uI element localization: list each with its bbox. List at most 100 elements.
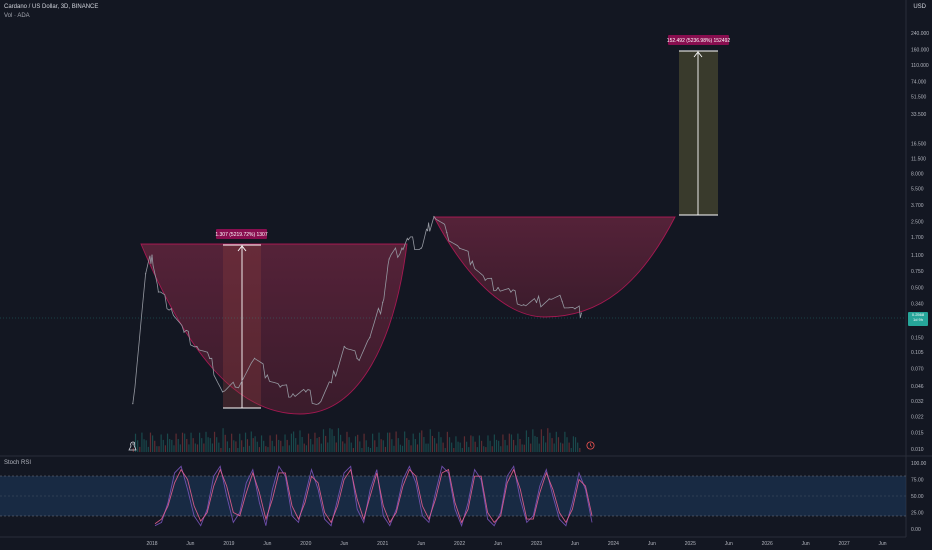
volume-bar xyxy=(566,437,568,452)
time-tick-label: 2021 xyxy=(377,541,388,547)
volume-bar xyxy=(461,448,463,452)
volume-bar xyxy=(542,435,545,452)
volume-bar xyxy=(177,439,179,452)
volume-bar xyxy=(275,434,278,452)
volume-bar xyxy=(158,446,160,452)
volume-bar xyxy=(209,438,211,452)
volume-bar xyxy=(523,444,525,452)
price-tick-label: 0.750 xyxy=(911,269,924,275)
alert-clock-icon[interactable] xyxy=(586,441,595,450)
cup-pattern-2[interactable] xyxy=(433,216,676,318)
volume-bar xyxy=(579,448,581,452)
price-point xyxy=(420,247,422,249)
price-tick-label: 0.046 xyxy=(911,384,924,390)
volume-bar xyxy=(419,432,421,452)
volume-bar xyxy=(421,430,423,452)
volume-bar xyxy=(515,445,517,452)
price-point xyxy=(183,331,185,333)
volume-bar xyxy=(459,442,461,452)
volume-bar xyxy=(363,433,365,452)
price-point xyxy=(401,247,403,249)
price-point xyxy=(234,386,236,388)
price-point xyxy=(279,386,281,388)
volume-bar xyxy=(549,432,551,452)
volume-bar xyxy=(320,443,322,452)
measure-box-2[interactable] xyxy=(679,51,718,215)
volume-bar xyxy=(485,447,487,452)
price-axis[interactable]: 240.000 160.000 110.000 74.000 51.500 33.500 1… xyxy=(911,31,929,453)
price-tick-label: 5.500 xyxy=(911,187,924,193)
volume-bar xyxy=(354,436,357,452)
volume-bar xyxy=(220,448,222,452)
volume-bar xyxy=(339,434,342,452)
volume-bar xyxy=(278,439,280,452)
volume-bar xyxy=(395,431,397,452)
volume-bar xyxy=(453,448,455,452)
tradingview-logo-icon[interactable] xyxy=(127,440,139,452)
price-chart[interactable]: 240.000 160.000 110.000 74.000 51.500 33.500 1… xyxy=(0,0,932,550)
price-point xyxy=(343,345,345,348)
volume-bar xyxy=(551,438,553,452)
rsi-pane-label[interactable]: Stoch RSI xyxy=(4,460,31,466)
measure-label-1[interactable]: 1.307 (5219.72%) 1307 xyxy=(215,232,267,238)
volume-bar xyxy=(299,430,301,452)
volume-bar xyxy=(406,438,408,452)
price-point xyxy=(459,247,461,249)
volume-bar xyxy=(448,437,451,452)
price-point xyxy=(548,298,550,300)
measure-label-2[interactable]: 152.492 (5236.98%) 152492 xyxy=(667,38,731,44)
volume-bar xyxy=(545,442,547,452)
volume-bar xyxy=(577,442,579,452)
price-point xyxy=(318,403,320,405)
price-point xyxy=(266,374,268,376)
volume-bar xyxy=(160,434,162,452)
current-price-countdown: 1d 9h xyxy=(912,317,923,322)
price-point xyxy=(426,229,429,232)
price-tick-label: 0.150 xyxy=(911,335,924,341)
volume-bar xyxy=(175,433,177,452)
volume-bar xyxy=(489,440,491,452)
volume-bar xyxy=(470,435,472,452)
volume-bar xyxy=(506,445,508,452)
volume-bar xyxy=(149,432,152,452)
volume-bar xyxy=(186,439,188,452)
price-tick-label: 160.000 xyxy=(911,48,929,54)
price-tick-label: 0.105 xyxy=(911,350,924,356)
volume-bar xyxy=(412,433,414,452)
time-tick-label: 2023 xyxy=(531,541,542,547)
volume-bar xyxy=(333,435,335,452)
volume-bar xyxy=(263,440,265,452)
time-tick-label: 2019 xyxy=(223,541,234,547)
volume-bar xyxy=(474,441,476,452)
volume-bar xyxy=(181,432,184,452)
volume-bar xyxy=(493,434,495,452)
price-point xyxy=(144,273,147,275)
volume-bar xyxy=(242,446,245,452)
price-point xyxy=(253,357,256,359)
volume-bar xyxy=(254,436,256,452)
volume-bar xyxy=(226,441,228,452)
volume-bar xyxy=(495,439,498,452)
time-tick-label: Jun xyxy=(802,541,810,547)
volume-bar xyxy=(196,444,199,452)
price-tick-label: 0.032 xyxy=(911,399,924,405)
volume-bar xyxy=(570,448,572,452)
volume-bar xyxy=(386,432,389,452)
volume-bar xyxy=(190,432,192,452)
volume-bar xyxy=(391,439,393,452)
volume-bar xyxy=(438,431,440,452)
volume-bar xyxy=(327,442,329,452)
volume-bar xyxy=(248,445,250,452)
rsi-tick-label: 75.00 xyxy=(911,478,924,484)
time-axis[interactable]: 2018 Jun 2019 Jun 2020 Jun 2021 Jun 2022 Jun 2023 J… xyxy=(146,541,886,547)
volume-bar xyxy=(559,442,562,452)
price-point xyxy=(151,254,153,256)
volume-bar xyxy=(455,436,457,452)
cup-pattern-1[interactable] xyxy=(140,243,408,415)
volume-bar xyxy=(329,428,331,452)
price-point xyxy=(580,312,582,314)
volume-bar xyxy=(414,439,416,452)
volume-bar xyxy=(164,445,167,452)
volume-bar xyxy=(260,435,263,452)
price-tick-label: 3.700 xyxy=(911,203,924,209)
